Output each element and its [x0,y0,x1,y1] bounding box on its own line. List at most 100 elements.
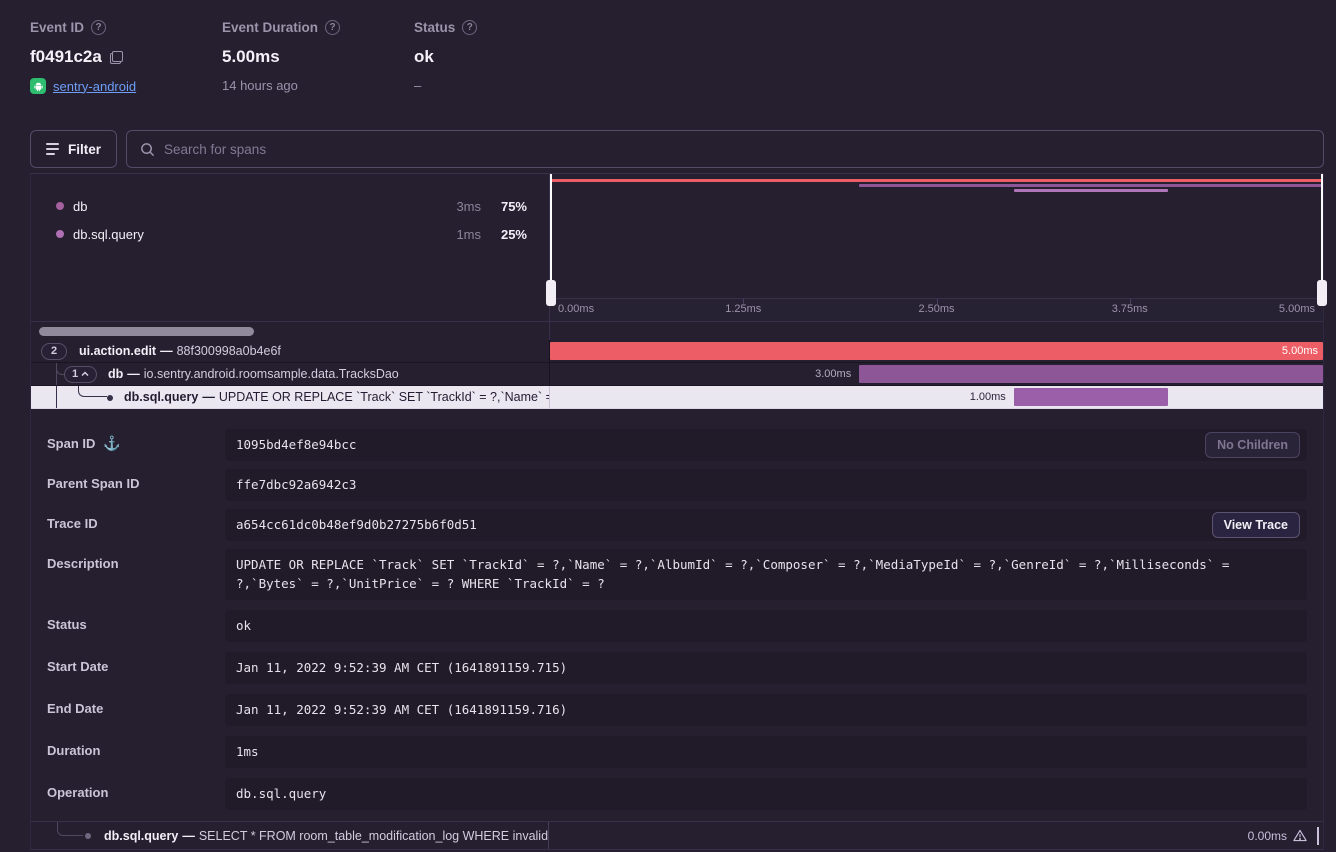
axis-tick-label: 3.75ms [1112,303,1148,315]
event-id-value-row: f0491c2a [30,47,222,67]
filter-icon [46,143,59,155]
child-count: 1 [72,368,78,380]
separator: — [198,390,219,404]
axis-tick-label: 2.50ms [918,303,954,315]
detail-label: Span ID [47,436,95,451]
detail-row-parent-span-id: Parent Span ID ffe7dbc92a6942c3 [47,469,1307,501]
detail-value-box: db.sql.query [225,778,1307,810]
minimap-bar-root [550,179,1323,182]
minimap-left-handle[interactable] [550,174,552,298]
status-label: Status [414,20,455,35]
span-row-ui-action-edit[interactable]: 2 ui.action.edit — 88f300998a0b4e6f 5.00… [31,340,1323,363]
warning-icon [1293,829,1307,842]
horizontal-scrollbar[interactable] [39,327,254,336]
anchor-icon[interactable]: ⚓ [103,436,120,451]
span-search-box[interactable] [126,130,1324,168]
copy-icon[interactable] [110,51,123,64]
event-duration-label: Event Duration [222,20,318,35]
parent-span-id-value: ffe7dbc92a6942c3 [236,477,356,492]
detail-row-trace-id: Trace ID a654cc61dc0b48ef9d0b27275b6f0d5… [47,509,1307,541]
child-count-badge-expanded[interactable]: 1 [64,366,97,383]
help-icon[interactable]: ? [91,20,106,35]
status-value: ok [414,47,434,67]
help-icon[interactable]: ? [325,20,340,35]
detail-row-status: Status ok [47,610,1307,642]
spans-toolbar: Filter [30,130,1324,168]
trace-event-page: Event ID ? f0491c2a sentry-android Event… [0,0,1336,850]
no-children-button[interactable]: No Children [1205,432,1300,458]
axis-tick-label: 1.25ms [725,303,761,315]
detail-value-box: ok [225,610,1307,642]
detail-value-box: a654cc61dc0b48ef9d0b27275b6f0d51 View Tr… [225,509,1307,541]
detail-label: Operation [47,785,108,800]
chart-row: db 3ms 75% db.sql.query 1ms 25% [31,174,1323,298]
detail-value-box: Jan 11, 2022 9:52:39 AM CET (1641891159.… [225,694,1307,726]
separator: — [178,829,199,843]
search-input[interactable] [164,142,1310,157]
legend-dot [56,230,64,238]
detail-label: Trace ID [47,516,98,531]
span-description: UPDATE OR REPLACE `Track` SET `TrackId` … [219,390,549,404]
detail-label: Description [47,556,119,571]
detail-row-description: Description UPDATE OR REPLACE `Track` SE… [47,549,1307,599]
span-bar-zero-width [1317,827,1319,845]
filter-button-label: Filter [68,142,101,157]
span-duration-label: 1.00ms [970,391,1006,403]
legend-item-db[interactable]: db 3ms 75% [31,192,549,220]
filter-button[interactable]: Filter [30,130,117,168]
span-description: SELECT * FROM room_table_modification_lo… [199,829,549,843]
legend-duration: 3ms [421,199,481,214]
span-bar[interactable] [1014,388,1169,406]
span-operation: db.sql.query [104,829,178,843]
span-bar[interactable]: 5.00ms [550,342,1323,360]
separator: — [123,367,144,381]
span-row-db[interactable]: 1 db — io.sentry.android.roomsample.data… [31,363,1323,386]
detail-row-duration: Duration 1ms [47,736,1307,768]
minimap-bar-db [859,184,1323,187]
detail-label: Status [47,617,87,632]
chevron-up-icon [81,371,89,377]
event-id-column: Event ID ? f0491c2a sentry-android [30,20,222,120]
detail-row-operation: Operation db.sql.query [47,778,1307,810]
legend-item-db-sql-query[interactable]: db.sql.query 1ms 25% [31,220,549,248]
span-details: Span ID ⚓ 1095bd4ef8e94bcc No Children P… [31,409,1323,820]
legend-name: db.sql.query [73,227,421,242]
event-duration-value: 5.00ms [222,47,280,67]
detail-row-start-date: Start Date Jan 11, 2022 9:52:39 AM CET (… [47,652,1307,684]
operations-legend: db 3ms 75% db.sql.query 1ms 25% [31,174,549,298]
view-trace-button[interactable]: View Trace [1212,512,1300,538]
legend-percent: 75% [481,199,527,214]
description-value: UPDATE OR REPLACE `Track` SET `TrackId` … [236,557,1229,590]
span-duration-label: 0.00ms [1248,829,1287,843]
status-subvalue: – [414,78,421,93]
span-row-db-sql-query-selected[interactable]: db.sql.query — UPDATE OR REPLACE `Track`… [31,386,1323,409]
minimap-bar-query [1014,189,1169,192]
span-bar[interactable] [859,365,1323,383]
child-count-badge[interactable]: 2 [41,343,67,360]
end-date-value: Jan 11, 2022 9:52:39 AM CET (1641891159.… [236,702,567,717]
legend-dot [56,202,64,210]
detail-value-box: 1095bd4ef8e94bcc No Children [225,429,1307,461]
axis-tick-label: 0.00ms [558,303,594,315]
scrollbar-row [31,321,1323,340]
minimap-right-handle[interactable] [1321,174,1323,298]
span-row-db-sql-query-sibling[interactable]: db.sql.query — SELECT * FROM room_table_… [31,821,1323,849]
trace-minimap[interactable] [549,174,1323,298]
help-icon[interactable]: ? [462,20,477,35]
trace-id-value: a654cc61dc0b48ef9d0b27275b6f0d51 [236,517,477,532]
duration-value: 1ms [236,744,259,759]
time-axis: 0.00ms 1.25ms 2.50ms 3.75ms 5.00ms [549,298,1323,321]
span-description: io.sentry.android.roomsample.data.Tracks… [144,367,399,381]
detail-row-span-id: Span ID ⚓ 1095bd4ef8e94bcc No Children [47,429,1307,461]
event-duration-column: Event Duration ? 5.00ms 14 hours ago [222,20,414,120]
span-description: 88f300998a0b4e6f [177,344,281,358]
project-row: sentry-android [30,78,222,94]
project-link[interactable]: sentry-android [53,79,136,94]
span-id-value: 1095bd4ef8e94bcc [236,437,356,452]
span-duration-label: 3.00ms [815,368,851,380]
axis-row: 0.00ms 1.25ms 2.50ms 3.75ms 5.00ms [31,298,1323,321]
legend-duration: 1ms [421,227,481,242]
legend-name: db [73,199,421,214]
status-detail-value: ok [236,618,251,633]
detail-value-box: UPDATE OR REPLACE `Track` SET `TrackId` … [225,549,1307,599]
